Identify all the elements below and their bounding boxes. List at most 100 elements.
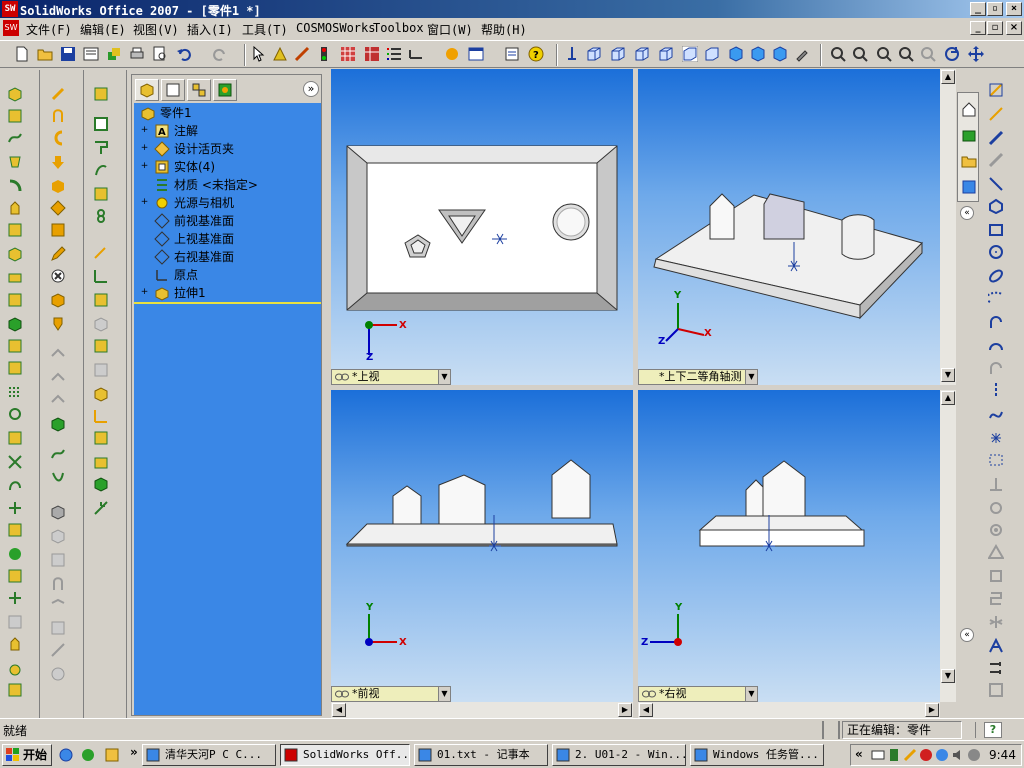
circle-icon[interactable] — [988, 244, 1004, 260]
rotate-view-icon[interactable] — [944, 46, 960, 62]
sketch-icon[interactable] — [50, 86, 66, 102]
tab-feature-manager[interactable] — [135, 79, 159, 101]
volume-icon[interactable] — [951, 748, 965, 762]
view-label-isometric[interactable]: *上下二等角轴测 ▼ — [638, 369, 758, 385]
shell-icon[interactable] — [7, 246, 23, 262]
flex-icon[interactable] — [7, 568, 23, 584]
keyboard-icon[interactable] — [871, 748, 885, 762]
task-win-button[interactable]: 2. U01-2 - Win... — [552, 744, 686, 766]
options-icon[interactable] — [294, 46, 310, 62]
combine-icon[interactable] — [7, 636, 23, 652]
update-icon[interactable] — [967, 748, 981, 762]
tree-item-part[interactable]: 零件1 — [120, 104, 307, 122]
three-point-arc-icon[interactable] — [988, 338, 1004, 354]
zoom-fit-icon[interactable] — [830, 46, 846, 62]
extrude-boss-icon[interactable] — [7, 86, 23, 102]
partial-ellipse-icon[interactable] — [988, 290, 1004, 306]
horizontal-scrollbar-right[interactable]: ◀ ▶ — [638, 702, 940, 718]
photoworks-icon[interactable] — [444, 46, 460, 62]
sketch-picture-icon[interactable] — [93, 386, 109, 402]
menu-toolbox[interactable]: Toolbox — [373, 21, 424, 35]
menu-tools[interactable]: 工具(T) — [242, 21, 288, 38]
viewport-top[interactable]: X Z *上视 ▼ — [331, 69, 633, 385]
rib-icon[interactable] — [7, 268, 23, 284]
viewport-isometric[interactable]: Y X Z *上下二等角轴测 ▼ — [638, 69, 940, 385]
split-line-icon[interactable] — [7, 500, 23, 516]
view-bottom-icon[interactable] — [704, 46, 720, 62]
text-icon[interactable] — [988, 452, 1004, 468]
arc-icon[interactable] — [50, 130, 66, 146]
rectangle-icon[interactable] — [50, 178, 66, 194]
view-palette-icon[interactable] — [961, 179, 977, 195]
tree-item-front-plane[interactable]: 前视基准面 — [134, 212, 321, 230]
list-icon[interactable] — [386, 46, 402, 62]
view-trimetric-icon[interactable] — [750, 46, 766, 62]
normal-to-icon[interactable] — [564, 46, 580, 62]
chevron-down-icon[interactable]: ▼ — [438, 370, 450, 384]
convert-icon[interactable] — [50, 268, 66, 284]
zoom-selection-icon[interactable] — [898, 46, 914, 62]
pen-icon[interactable] — [903, 748, 917, 762]
file-explorer-icon[interactable] — [961, 153, 977, 169]
expand-toggle-icon[interactable]: + — [140, 288, 149, 297]
print-icon[interactable] — [129, 46, 145, 62]
delete-body-icon[interactable] — [7, 682, 23, 698]
tab-configuration-manager[interactable] — [187, 79, 211, 101]
expand-toggle-icon[interactable]: + — [140, 162, 149, 171]
trim-icon[interactable] — [50, 292, 66, 308]
view-label-right[interactable]: *右视 ▼ — [638, 686, 758, 702]
menu-cosmosworks[interactable]: COSMOSWorks — [296, 21, 375, 35]
spline-icon[interactable] — [988, 406, 1004, 422]
task-pcc-button[interactable]: 清华天河P C C... — [142, 744, 276, 766]
feature-wand-icon[interactable] — [93, 500, 109, 516]
view-label-top[interactable]: *上视 ▼ — [331, 369, 451, 385]
surface-icon[interactable] — [50, 504, 66, 520]
zoom-in-out-icon[interactable] — [876, 46, 892, 62]
doc-minimize-button[interactable]: _ — [970, 21, 986, 35]
curve-icon[interactable] — [50, 470, 66, 486]
view-back-icon[interactable] — [610, 46, 626, 62]
wrap-icon[interactable] — [7, 522, 23, 538]
pencil-icon[interactable] — [50, 246, 66, 262]
tree-item-extrude1[interactable]: + 拉伸1 — [134, 284, 321, 302]
scroll-left-button[interactable]: ◀ — [639, 703, 653, 717]
solidworks-app-icon[interactable]: SW — [2, 1, 18, 17]
doc-close-button[interactable]: × — [1006, 21, 1022, 35]
document-icon[interactable]: SW — [3, 20, 19, 36]
sketch-text-icon[interactable] — [988, 638, 1004, 654]
task-task-manager-button[interactable]: Windows 任务管... — [690, 744, 824, 766]
tree-item-annotations[interactable]: + A 注解 — [134, 122, 321, 140]
menu-edit[interactable]: 编辑(E) — [80, 21, 126, 38]
sweep-icon[interactable] — [7, 130, 23, 146]
view-label-front[interactable]: *前视 ▼ — [331, 686, 451, 702]
scroll-up-button[interactable]: ▲ — [941, 391, 955, 405]
linear-pattern-icon[interactable] — [7, 360, 23, 376]
move-body-icon[interactable] — [7, 660, 23, 676]
reference-geometry-icon[interactable] — [7, 454, 23, 470]
rollback-bar[interactable] — [134, 302, 321, 304]
polygon-icon[interactable] — [988, 198, 1004, 214]
line-icon[interactable] — [988, 176, 1004, 192]
view-right-icon[interactable] — [658, 46, 674, 62]
chevron-down-icon[interactable]: ▼ — [438, 687, 450, 701]
tray-expand-icon[interactable]: « — [855, 747, 863, 761]
tab-dimxpert[interactable] — [213, 79, 237, 101]
design-library-icon[interactable] — [961, 127, 977, 143]
arrow-down-icon[interactable] — [50, 154, 66, 170]
file-properties-icon[interactable] — [504, 46, 520, 62]
chevron-down-icon[interactable]: ▼ — [745, 370, 757, 384]
maximize-button[interactable]: ▫ — [987, 2, 1003, 16]
revolve-boss-icon[interactable] — [7, 108, 23, 124]
check-sketch-icon[interactable] — [93, 454, 109, 470]
chamfer-icon[interactable] — [7, 222, 23, 238]
antivirus-icon[interactable] — [919, 748, 933, 762]
repair-sketch-icon[interactable] — [93, 338, 109, 354]
loft-icon[interactable] — [7, 154, 23, 170]
point-tool-icon[interactable] — [93, 162, 109, 178]
help-icon[interactable]: ? — [528, 46, 544, 62]
chevron-down-icon[interactable]: ▼ — [745, 687, 757, 701]
rectangle-icon[interactable] — [988, 222, 1004, 238]
coordinate-system-icon[interactable] — [93, 140, 109, 156]
tangent-arc-icon[interactable] — [988, 314, 1004, 330]
zoom-window-icon[interactable] — [852, 46, 868, 62]
